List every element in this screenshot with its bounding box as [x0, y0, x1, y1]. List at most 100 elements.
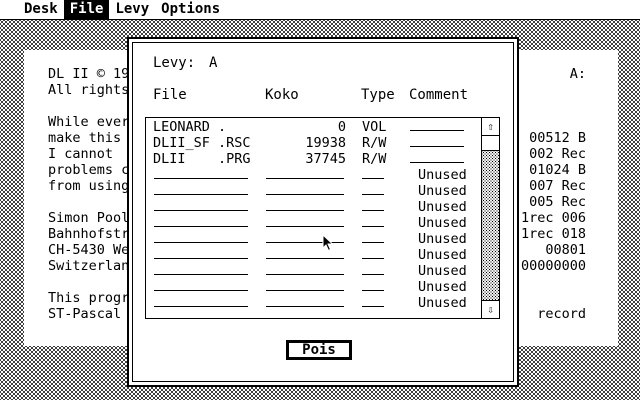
- file-name: DLII_SF: [153, 135, 210, 151]
- file-list-scrollbar[interactable]: ⇧ ⇩: [481, 118, 499, 318]
- file-size: 37745: [305, 151, 346, 167]
- background-text-line: make this: [48, 130, 122, 146]
- file-type: R/W: [362, 135, 387, 151]
- empty-size-line: [266, 274, 344, 275]
- file-comment: Unused: [418, 247, 467, 263]
- file-list[interactable]: LEONARD. 0 VOL DLII_SF .RSC 19938 R/W DLII .PRG 3…: [145, 117, 500, 319]
- column-header-size: Koko: [265, 87, 299, 103]
- drive-value: A: [209, 55, 218, 71]
- empty-type-line: [362, 306, 384, 307]
- file-comment: Unused: [418, 167, 467, 183]
- background-text-line: from using: [48, 178, 130, 194]
- file-comment: Unused: [418, 231, 467, 247]
- empty-name-line: [154, 306, 248, 307]
- empty-name-line: [154, 210, 248, 211]
- file-row[interactable]: Unused: [146, 167, 480, 183]
- background-text-line: 00801: [545, 242, 586, 258]
- ok-button[interactable]: Pois: [286, 340, 352, 360]
- empty-name-line: [154, 258, 248, 259]
- comment-placeholder-line: [410, 146, 464, 147]
- file-row[interactable]: Unused: [146, 247, 480, 263]
- empty-type-line: [362, 274, 384, 275]
- empty-type-line: [362, 258, 384, 259]
- empty-size-line: [266, 210, 344, 211]
- background-text-line: CH-5430 We: [48, 242, 130, 258]
- file-type: R/W: [362, 151, 387, 167]
- background-text-line: This progr: [48, 290, 130, 306]
- file-extension: .: [218, 119, 227, 135]
- file-extension: .PRG: [218, 151, 251, 167]
- background-text-line: 1rec 006: [520, 210, 586, 226]
- background-text-line: 002 Rec: [529, 146, 586, 162]
- file-extension: .RSC: [218, 135, 251, 151]
- menu-levy[interactable]: Levy: [109, 0, 155, 19]
- comment-placeholder-line: [410, 130, 464, 131]
- menu-desk[interactable]: Desk: [18, 0, 64, 19]
- comment-placeholder-line: [410, 162, 464, 163]
- column-header-comment: Comment: [409, 87, 469, 103]
- file-comment: Unused: [418, 199, 467, 215]
- background-text-line: DL II © 19: [48, 66, 130, 82]
- empty-name-line: [154, 274, 248, 275]
- background-text-line: While ever: [48, 114, 130, 130]
- empty-size-line: [266, 306, 344, 307]
- empty-name-line: [154, 242, 248, 243]
- file-size: 19938: [305, 135, 346, 151]
- background-text-line: Bahnhofstr: [48, 226, 130, 242]
- file-row[interactable]: LEONARD. 0 VOL: [146, 119, 480, 135]
- background-text-line: problems c: [48, 162, 130, 178]
- empty-type-line: [362, 226, 384, 227]
- file-row[interactable]: Unused: [146, 279, 480, 295]
- background-text-line: A:: [569, 66, 586, 82]
- background-text-line: All rights: [48, 82, 130, 98]
- background-text-line: record: [537, 306, 586, 322]
- scroll-thumb[interactable]: [482, 136, 499, 151]
- empty-size-line: [266, 258, 344, 259]
- empty-name-line: [154, 290, 248, 291]
- file-name: DLII: [153, 151, 186, 167]
- column-header-type: Type: [361, 87, 395, 103]
- empty-name-line: [154, 178, 248, 179]
- menu-bar: Desk File Levy Options: [0, 0, 640, 20]
- background-text-line: 01024 B: [529, 162, 586, 178]
- file-name: LEONARD: [153, 119, 210, 135]
- column-header-file: File: [153, 87, 187, 103]
- menu-options[interactable]: Options: [155, 0, 226, 19]
- background-text-line: Simon Pool: [48, 210, 130, 226]
- file-row[interactable]: Unused: [146, 231, 480, 247]
- file-comment: Unused: [418, 183, 467, 199]
- empty-type-line: [362, 194, 384, 195]
- drive-label: Levy:: [153, 55, 196, 71]
- empty-type-line: [362, 290, 384, 291]
- empty-size-line: [266, 178, 344, 179]
- file-row[interactable]: DLII .PRG 37745 R/W: [146, 151, 480, 167]
- file-row[interactable]: Unused: [146, 215, 480, 231]
- scroll-up-button[interactable]: ⇧: [482, 118, 499, 136]
- empty-type-line: [362, 210, 384, 211]
- background-text-line: 005 Rec: [529, 194, 586, 210]
- background-text-line: 007 Rec: [529, 178, 586, 194]
- background-text-line: Switzerlan: [48, 258, 130, 274]
- empty-type-line: [362, 242, 384, 243]
- file-size: 0: [337, 119, 346, 135]
- background-text-line: ST-Pascal: [48, 306, 122, 322]
- empty-name-line: [154, 194, 248, 195]
- empty-size-line: [266, 194, 344, 195]
- file-row[interactable]: Unused: [146, 263, 480, 279]
- file-comment: Unused: [418, 263, 467, 279]
- menu-file[interactable]: File: [63, 0, 110, 19]
- file-row[interactable]: Unused: [146, 199, 480, 215]
- file-comment: Unused: [418, 295, 467, 311]
- mouse-pointer-icon: [322, 234, 334, 252]
- empty-size-line: [266, 290, 344, 291]
- file-row[interactable]: DLII_SF .RSC 19938 R/W: [146, 135, 480, 151]
- file-type: VOL: [362, 119, 387, 135]
- file-comment: Unused: [418, 279, 467, 295]
- scroll-down-button[interactable]: ⇩: [482, 300, 499, 318]
- file-row[interactable]: Unused: [146, 183, 480, 199]
- background-text-line: 1rec 018: [520, 226, 586, 242]
- scroll-track[interactable]: [482, 136, 499, 300]
- empty-type-line: [362, 178, 384, 179]
- file-row[interactable]: Unused: [146, 295, 480, 311]
- background-text-line: I cannot: [48, 146, 114, 162]
